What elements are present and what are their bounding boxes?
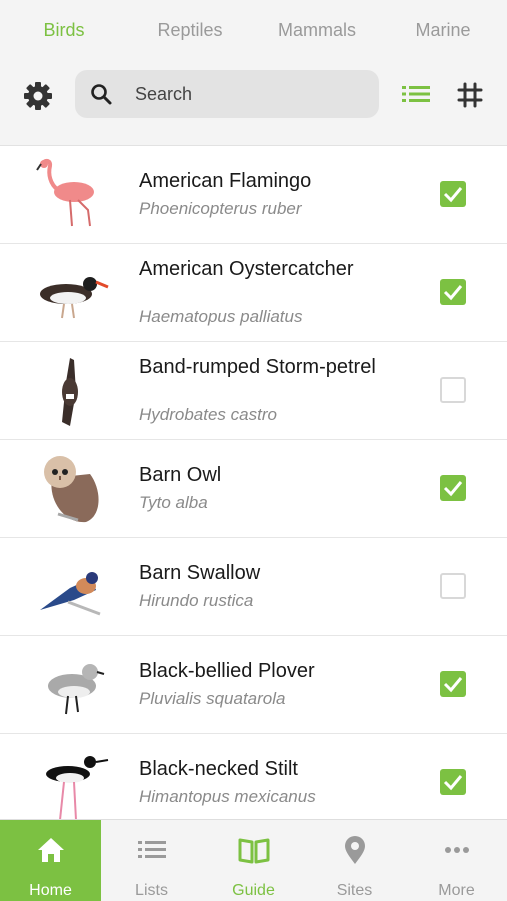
category-tabs: Birds Reptiles Mammals Marine <box>0 0 507 64</box>
nav-home-label: Home <box>29 882 72 899</box>
toolbar: Search <box>0 70 507 120</box>
barn-owl-image <box>44 456 99 523</box>
species-scientific-name: Haematopus palliatus <box>139 307 303 326</box>
nav-lists-label: Lists <box>135 882 168 899</box>
list-item[interactable]: Band-rumped Storm-petrel Hydrobates cast… <box>0 342 507 440</box>
seen-checkbox[interactable] <box>440 279 466 305</box>
book-icon <box>238 838 270 864</box>
more-icon <box>445 847 469 853</box>
species-name: Barn Owl <box>139 464 222 486</box>
oystercatcher-image <box>40 277 109 319</box>
list-icon <box>138 841 166 858</box>
species-scientific-name: Himantopus mexicanus <box>139 787 316 806</box>
map-pin-icon <box>345 836 365 864</box>
list-item[interactable]: Black-necked Stilt Himantopus mexicanus <box>0 734 507 819</box>
nav-more[interactable]: More <box>406 820 507 901</box>
list-item[interactable]: Barn Owl Tyto alba <box>0 440 507 538</box>
seen-checkbox[interactable] <box>440 769 466 795</box>
header: Birds Reptiles Mammals Marine Search <box>0 0 507 146</box>
nav-home[interactable]: Home <box>0 820 101 901</box>
tab-birds[interactable]: Birds <box>1 20 127 41</box>
nav-guide-label: Guide <box>232 882 275 899</box>
seen-checkbox[interactable] <box>440 377 466 403</box>
species-name: Barn Swallow <box>139 562 261 584</box>
search-input[interactable]: Search <box>135 84 192 105</box>
nav-more-label: More <box>438 882 475 899</box>
list-item[interactable]: Black-bellied Plover Pluvialis squatarol… <box>0 636 507 734</box>
storm-petrel-image <box>62 358 78 426</box>
plover-image <box>48 664 105 715</box>
tab-mammals[interactable]: Mammals <box>254 20 380 41</box>
tab-marine[interactable]: Marine <box>380 20 506 41</box>
nav-guide[interactable]: Guide <box>203 820 304 901</box>
seen-checkbox[interactable] <box>440 181 466 207</box>
search-bar[interactable]: Search <box>75 70 379 118</box>
list-item[interactable]: American Flamingo Phoenicopterus ruber <box>0 146 507 244</box>
species-scientific-name: Hydrobates castro <box>139 405 277 424</box>
seen-checkbox[interactable] <box>440 475 466 501</box>
seen-checkbox[interactable] <box>440 671 466 697</box>
seen-checkbox[interactable] <box>440 573 466 599</box>
gear-icon[interactable] <box>22 80 54 112</box>
species-scientific-name: Pluvialis squatarola <box>139 689 286 708</box>
bottom-nav: Home Lists Guide Sites More <box>0 819 507 901</box>
nav-lists[interactable]: Lists <box>101 820 202 901</box>
nav-sites-label: Sites <box>336 882 373 899</box>
home-icon <box>38 838 64 862</box>
nav-sites[interactable]: Sites <box>304 820 405 901</box>
list-item[interactable]: American Oystercatcher Haematopus pallia… <box>0 244 507 342</box>
stilt-image <box>46 756 109 819</box>
species-name: American Flamingo <box>139 170 312 192</box>
species-scientific-name: Phoenicopterus ruber <box>139 199 302 218</box>
species-name: Black-necked Stilt <box>139 758 298 780</box>
species-name: Black-bellied Plover <box>139 660 315 682</box>
flamingo-image <box>36 158 94 227</box>
search-icon <box>91 84 112 105</box>
tab-reptiles[interactable]: Reptiles <box>127 20 253 41</box>
species-list: American Flamingo Phoenicopterus ruber A… <box>0 146 507 819</box>
species-name: Band-rumped Storm-petrel <box>139 356 376 378</box>
species-name: American Oystercatcher <box>139 258 354 280</box>
grid-view-icon[interactable] <box>455 80 485 110</box>
species-scientific-name: Hirundo rustica <box>139 591 254 610</box>
species-scientific-name: Tyto alba <box>139 493 208 512</box>
list-item[interactable]: Barn Swallow Hirundo rustica <box>0 538 507 636</box>
list-view-icon[interactable] <box>400 80 432 108</box>
barn-swallow-image <box>40 572 101 616</box>
